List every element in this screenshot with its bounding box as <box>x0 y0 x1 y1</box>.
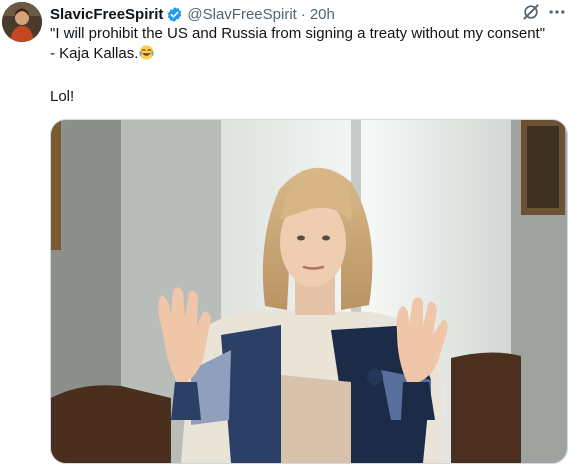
tweet-card[interactable]: SlavicFreeSpirit @SlavFreeSpirit · 20h "… <box>0 0 577 466</box>
photo-image <box>51 120 567 463</box>
face-with-tears-of-joy-icon <box>138 44 155 67</box>
tweet-header: SlavicFreeSpirit @SlavFreeSpirit · 20h <box>50 4 335 24</box>
tweet-timestamp[interactable]: 20h <box>310 6 335 23</box>
tweet-photo[interactable] <box>50 119 568 464</box>
separator-dot: · <box>300 5 306 23</box>
verified-badge-icon <box>166 6 183 23</box>
author-name[interactable]: SlavicFreeSpirit <box>50 6 163 23</box>
avatar[interactable] <box>2 2 42 42</box>
tweet-text-line: - Kaja Kallas. <box>50 44 570 67</box>
tweet-text-fragment: - Kaja Kallas. <box>50 45 139 62</box>
more-horizontal-icon <box>547 2 567 27</box>
author-handle[interactable]: @SlavFreeSpirit <box>187 6 296 23</box>
more-options-button[interactable] <box>546 3 568 25</box>
grok-button[interactable] <box>520 3 542 25</box>
tweet-text-line: "I will prohibit the US and Russia from … <box>50 25 546 42</box>
grok-icon <box>521 2 541 27</box>
tweet-text-line: Lol! <box>50 88 75 105</box>
tweet-text: "I will prohibit the US and Russia from … <box>50 24 570 107</box>
